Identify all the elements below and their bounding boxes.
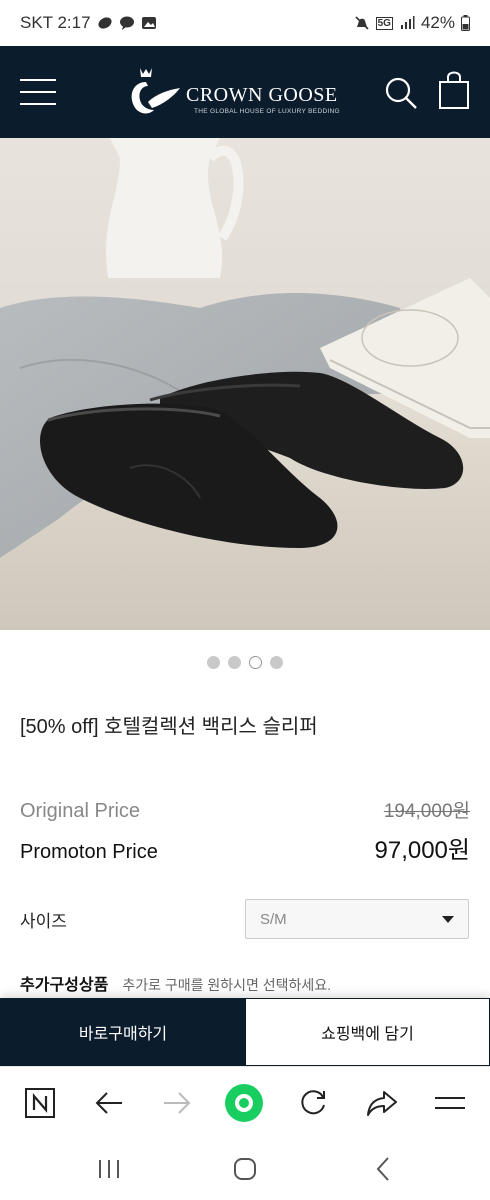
addon-label: 추가구성상품 bbox=[20, 977, 109, 994]
browser-menu-button[interactable] bbox=[432, 1085, 468, 1121]
shopping-bag-button[interactable] bbox=[438, 70, 470, 110]
home-button[interactable] bbox=[230, 1154, 260, 1184]
mute-icon bbox=[355, 16, 369, 30]
browser-toolbar bbox=[0, 1066, 490, 1138]
addon-hint: 추가로 구매를 원하시면 선택하세요. bbox=[122, 977, 332, 993]
talk-icon bbox=[119, 16, 134, 30]
battery-icon bbox=[461, 15, 470, 31]
back-arrow-icon bbox=[95, 1092, 122, 1114]
recents-icon bbox=[99, 1160, 119, 1178]
size-label: 사이즈 bbox=[20, 912, 67, 931]
back-nav-button[interactable] bbox=[368, 1154, 398, 1184]
menu-icon bbox=[20, 79, 56, 81]
messenger-icon bbox=[98, 17, 112, 29]
promo-price-value: 97,000원 bbox=[374, 837, 471, 864]
shopping-bag-icon bbox=[439, 71, 469, 109]
size-selected-value: S/M bbox=[260, 910, 287, 928]
purchase-bar: 바로구매하기 쇼핑백에 담기 bbox=[0, 998, 490, 1066]
naver-icon bbox=[25, 1088, 55, 1118]
original-price-row: Original Price 194,000원 bbox=[20, 796, 470, 823]
network-type: 5G bbox=[375, 16, 393, 30]
original-price-value: 194,000원 bbox=[383, 801, 470, 822]
menu-button[interactable] bbox=[20, 79, 56, 105]
naver-button[interactable] bbox=[22, 1085, 58, 1121]
promo-price-label: Promoton Price bbox=[20, 841, 158, 863]
carousel-dot-1[interactable] bbox=[207, 656, 220, 669]
back-button[interactable] bbox=[91, 1085, 127, 1121]
search-icon bbox=[385, 77, 417, 109]
battery-percent: 42% bbox=[420, 13, 455, 32]
naver-green-button[interactable] bbox=[224, 1083, 264, 1123]
carousel-dot-3-active[interactable] bbox=[249, 656, 262, 669]
product-image[interactable] bbox=[0, 138, 490, 630]
size-select[interactable]: S/M bbox=[245, 899, 469, 939]
caret-down-icon bbox=[442, 915, 454, 923]
brand-name: CROWN GOOSE bbox=[186, 84, 338, 106]
back-icon bbox=[376, 1157, 389, 1181]
buy-now-button[interactable]: 바로구매하기 bbox=[0, 998, 246, 1066]
android-nav-bar bbox=[0, 1138, 490, 1200]
menu-icon-bar bbox=[20, 103, 56, 105]
site-header: CROWN GOOSE THE GLOBAL HOUSE OF LUXURY B… bbox=[0, 46, 490, 138]
search-button[interactable] bbox=[384, 76, 418, 110]
green-dot-icon bbox=[225, 1084, 263, 1122]
carousel-dot-4[interactable] bbox=[270, 656, 283, 669]
slipper-photo bbox=[0, 138, 490, 630]
forward-button[interactable] bbox=[159, 1085, 195, 1121]
add-to-bag-button[interactable]: 쇼핑백에 담기 bbox=[246, 998, 490, 1066]
recents-button[interactable] bbox=[94, 1154, 124, 1184]
refresh-button[interactable] bbox=[295, 1085, 331, 1121]
addon-row: 추가구성상품 추가로 구매를 원하시면 선택하세요. bbox=[20, 971, 331, 995]
share-icon bbox=[367, 1091, 397, 1116]
promo-price-row: Promoton Price 97,000원 bbox=[20, 830, 470, 865]
gallery-icon bbox=[141, 17, 156, 29]
carrier-time: SKT 2:17 bbox=[20, 13, 91, 32]
original-price-label: Original Price bbox=[20, 800, 141, 822]
product-title: [50% off] 호텔컬렉션 백리스 슬리퍼 bbox=[20, 716, 318, 738]
signal-icon bbox=[400, 16, 415, 29]
share-button[interactable] bbox=[364, 1085, 400, 1121]
carousel-dot-2[interactable] bbox=[228, 656, 241, 669]
brand-logo[interactable]: CROWN GOOSE THE GLOBAL HOUSE OF LUXURY B… bbox=[126, 64, 346, 120]
menu-icon bbox=[435, 1097, 465, 1109]
brand-tagline: THE GLOBAL HOUSE OF LUXURY BEDDING bbox=[194, 108, 340, 115]
home-icon bbox=[234, 1158, 256, 1180]
menu-icon-bar bbox=[20, 91, 56, 93]
status-bar: SKT 2:17 5G 42% bbox=[0, 0, 490, 46]
forward-arrow-icon bbox=[164, 1092, 191, 1114]
crown-goose-icon bbox=[131, 68, 180, 114]
carousel-dots bbox=[0, 656, 490, 669]
refresh-icon bbox=[301, 1090, 325, 1115]
